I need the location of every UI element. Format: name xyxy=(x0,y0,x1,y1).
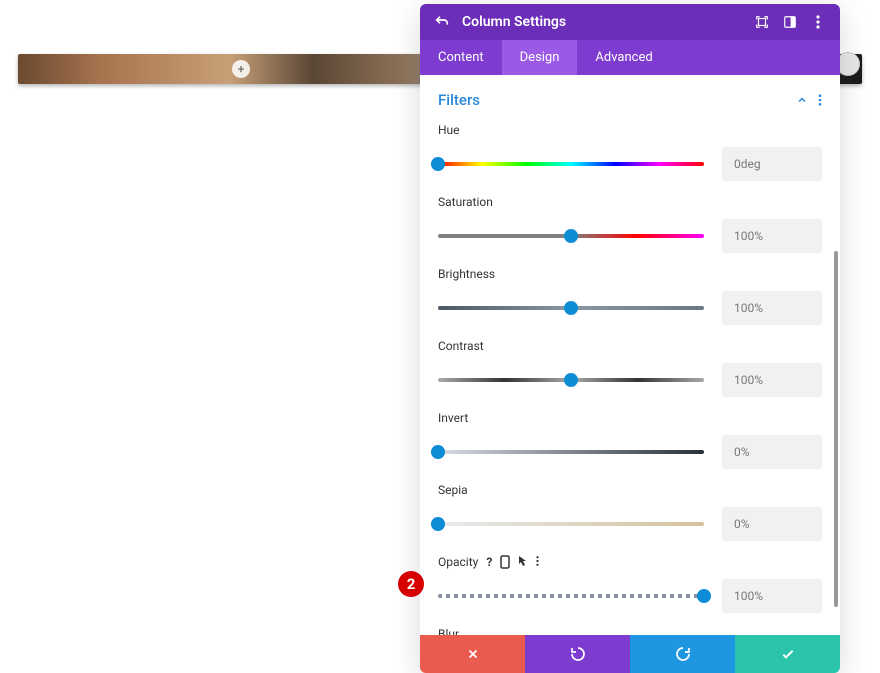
sepia-label: Sepia xyxy=(438,483,822,497)
brightness-slider[interactable] xyxy=(438,304,704,312)
opacity-label: Opacity xyxy=(438,555,478,569)
filter-sepia: Sepia xyxy=(438,483,822,541)
contrast-input[interactable] xyxy=(722,363,822,397)
filter-blur: Blur xyxy=(438,627,822,635)
collapse-icon[interactable] xyxy=(796,94,808,106)
tab-advanced[interactable]: Advanced xyxy=(577,40,670,75)
filter-opacity: Opacity ? xyxy=(438,555,822,613)
add-module-button[interactable]: + xyxy=(232,60,250,78)
help-icon[interactable]: ? xyxy=(486,555,492,569)
section-header: Filters xyxy=(438,91,822,109)
more-icon[interactable] xyxy=(810,14,826,30)
saturation-label: Saturation xyxy=(438,195,822,209)
invert-input[interactable] xyxy=(722,435,822,469)
panel-body: Filters Hue Saturation Brightness xyxy=(420,75,840,635)
cancel-button[interactable] xyxy=(420,635,525,673)
filter-contrast: Contrast xyxy=(438,339,822,397)
panel-footer xyxy=(420,635,840,673)
sepia-input[interactable] xyxy=(722,507,822,541)
step-badge: 2 xyxy=(398,571,424,597)
expand-icon[interactable] xyxy=(754,14,770,30)
brightness-input[interactable] xyxy=(722,291,822,325)
contrast-slider[interactable] xyxy=(438,376,704,384)
opacity-input[interactable] xyxy=(722,579,822,613)
section-title: Filters xyxy=(438,91,480,109)
filter-brightness: Brightness xyxy=(438,267,822,325)
tabs: Content Design Advanced xyxy=(420,40,840,75)
sepia-slider[interactable] xyxy=(438,520,704,528)
opacity-slider[interactable] xyxy=(438,592,704,600)
hue-slider[interactable] xyxy=(438,160,704,168)
phone-icon[interactable] xyxy=(500,555,510,569)
back-icon[interactable] xyxy=(434,14,450,30)
panel-title: Column Settings xyxy=(462,14,742,30)
undo-button[interactable] xyxy=(525,635,630,673)
brightness-label: Brightness xyxy=(438,267,822,281)
hue-label: Hue xyxy=(438,123,822,137)
hue-input[interactable] xyxy=(722,147,822,181)
section-more-icon[interactable] xyxy=(818,94,822,106)
filter-hue: Hue xyxy=(438,123,822,181)
filter-saturation: Saturation xyxy=(438,195,822,253)
contrast-label: Contrast xyxy=(438,339,822,353)
filter-invert: Invert xyxy=(438,411,822,469)
saturation-input[interactable] xyxy=(722,219,822,253)
blur-label: Blur xyxy=(438,627,822,635)
invert-slider[interactable] xyxy=(438,448,704,456)
opacity-more-icon[interactable] xyxy=(536,555,539,569)
redo-button[interactable] xyxy=(630,635,735,673)
saturation-slider[interactable] xyxy=(438,232,704,240)
hover-icon[interactable] xyxy=(518,555,528,569)
panel-header: Column Settings xyxy=(420,4,840,40)
save-button[interactable] xyxy=(735,635,840,673)
column-settings-panel: Column Settings Content Design Advanced … xyxy=(420,4,840,673)
invert-label: Invert xyxy=(438,411,822,425)
snap-icon[interactable] xyxy=(782,14,798,30)
tab-design[interactable]: Design xyxy=(502,40,578,75)
scrollbar[interactable] xyxy=(834,251,838,607)
tab-content[interactable]: Content xyxy=(420,40,502,75)
